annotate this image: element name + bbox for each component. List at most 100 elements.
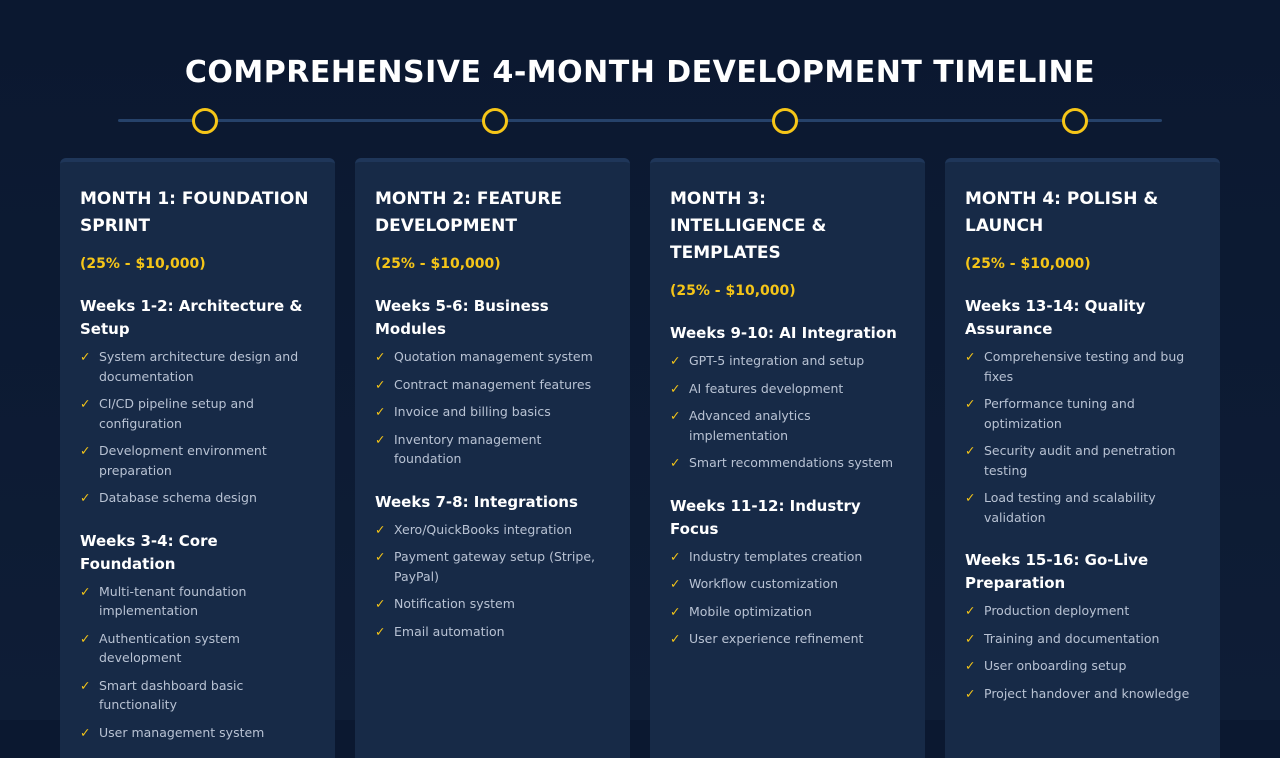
task-item: ✓ Xero/QuickBooks integration [375,520,610,540]
month-budget: (25% - $10,000) [375,256,501,272]
task-label: Payment gateway setup (Stripe, PayPal) [394,549,595,584]
task-item: ✓ Development environment preparation [80,441,315,480]
task-label: Production deployment [984,603,1130,618]
task-label: Mobile optimization [689,603,812,619]
task-item: ✓ Security audit and penetration testing [965,441,1200,480]
task-item: ✓ Quotation management system [375,347,610,367]
task-item: ✓ Invoice and billing basics [375,402,610,422]
check-icon: ✓ [965,685,976,701]
task-item: ✓ Industry templates creation [670,547,905,567]
task-label: Authentication system development [99,630,240,666]
task-label: Advanced analytics implementation [689,408,811,443]
task-list: ✓ Multi-tenant foundation implementation … [80,582,315,743]
check-icon: ✓ [80,396,91,411]
task-label: System architecture design and documenta… [99,349,299,384]
task-item: ✓ Authentication system development [80,629,315,668]
check-icon: ✓ [80,630,91,646]
timeline-node-circle-icon [192,108,218,134]
task-label: Load testing and scalability validation [984,490,1156,525]
task-item: ✓ Performance tuning and optimization [965,394,1200,433]
section-title: Weeks 3-4: Core Foundation [80,531,218,573]
task-label: User experience refinement [689,631,864,646]
task-item: ✓ Mobile optimization [670,602,905,622]
month-title: MONTH 2: FEATURE DEVELOPMENT [375,189,563,236]
check-icon: ✓ [375,549,386,564]
task-label: Xero/QuickBooks integration [394,521,573,537]
task-label: Multi-tenant foundation implementation [99,583,247,619]
check-icon: ✓ [670,631,681,646]
check-icon: ✓ [375,431,386,447]
task-item: ✓ System architecture design and document… [80,347,315,386]
check-icon: ✓ [965,658,976,673]
task-item: ✓ AI features development [670,379,905,399]
task-item: ✓ GPT-5 integration and setup [670,351,905,371]
task-label: CI/CD pipeline setup and configuration [99,396,254,431]
check-icon: ✓ [375,376,386,392]
page-title: COMPREHENSIVE 4-MONTH DEVELOPMENT TIMELI… [184,55,1096,90]
task-item: ✓ CI/CD pipeline setup and configuration [80,394,315,433]
month-card-3: MONTH 3: INTELLIGENCE & TEMPLATES (25% -… [650,158,925,758]
task-label: Smart dashboard basic functionality [99,677,244,713]
month-title: MONTH 1: FOUNDATION SPRINT [80,189,309,236]
timeline-node-circle-icon [482,108,508,134]
month-budget: (25% - $10,000) [80,256,206,272]
task-item: ✓ User experience refinement [670,629,905,649]
check-icon: ✓ [965,396,976,411]
task-item: ✓ Comprehensive testing and bug fixes [965,347,1200,386]
check-icon: ✓ [375,596,386,611]
month-card-1: MONTH 1: FOUNDATION SPRINT (25% - $10,00… [60,158,335,758]
section-title: Weeks 1-2: Architecture & Setup [80,297,303,338]
task-list: ✓ System architecture design and document… [80,347,315,508]
task-item: ✓ Smart dashboard basic functionality [80,676,315,715]
section-title: Weeks 9-10: AI Integration [670,324,897,342]
task-label: Email automation [394,623,505,639]
task-label: User onboarding setup [984,658,1127,673]
task-item: ✓ User management system [80,723,315,743]
timeline-line [118,119,1162,122]
task-list: ✓ Xero/QuickBooks integration ✓ Payment ga… [375,520,610,642]
task-label: Development environment preparation [99,443,267,478]
check-icon: ✓ [670,576,681,591]
month-card-2: MONTH 2: FEATURE DEVELOPMENT (25% - $10,… [355,158,630,758]
task-label: Project handover and knowledge [984,685,1190,701]
task-label: Industry templates creation [689,548,863,564]
task-label: Invoice and billing basics [394,404,551,419]
check-icon: ✓ [965,630,976,646]
task-label: Security audit and penetration testing [984,443,1176,478]
check-icon: ✓ [670,548,681,564]
task-item: ✓ Inventory management foundation [375,430,610,469]
month-budget: (25% - $10,000) [965,256,1091,272]
task-label: AI features development [689,380,844,396]
task-list: ✓ Comprehensive testing and bug fixes ✓ Pe… [965,347,1200,527]
task-label: User management system [99,724,265,740]
task-label: Comprehensive testing and bug fixes [984,349,1185,384]
task-label: Workflow customization [689,576,839,591]
check-icon: ✓ [965,490,976,505]
month-title: MONTH 4: POLISH & LAUNCH [965,189,1159,236]
task-item: ✓ Smart recommendations system [670,453,905,473]
task-label: Contract management features [394,376,592,392]
check-icon: ✓ [80,490,91,505]
task-list: ✓ Production deployment ✓ Training and doc… [965,601,1200,703]
task-label: Performance tuning and optimization [984,396,1135,431]
check-icon: ✓ [670,353,681,368]
task-item: ✓ Load testing and scalability validation [965,488,1200,527]
section-title: Weeks 11-12: Industry Focus [670,496,861,538]
task-item: ✓ Database schema design [80,488,315,508]
section-title: Weeks 5-6: Business Modules [375,297,549,338]
task-item: ✓ Production deployment [965,601,1200,621]
month-card-4: MONTH 4: POLISH & LAUNCH (25% - $10,000)… [945,158,1220,758]
task-item: ✓ Advanced analytics implementation [670,406,905,445]
timeline-node-circle-icon [772,108,798,134]
task-item: ✓ User onboarding setup [965,656,1200,676]
check-icon: ✓ [80,724,91,740]
check-icon: ✓ [670,455,681,470]
task-item: ✓ Payment gateway setup (Stripe, PayPal) [375,547,610,586]
task-item: ✓ Multi-tenant foundation implementation [80,582,315,621]
check-icon: ✓ [965,603,976,618]
section-title: Weeks 13-14: Quality Assurance [965,297,1146,338]
task-label: Smart recommendations system [689,455,894,470]
check-icon: ✓ [375,623,386,639]
task-label: Inventory management foundation [394,431,542,467]
task-item: ✓ Contract management features [375,375,610,395]
